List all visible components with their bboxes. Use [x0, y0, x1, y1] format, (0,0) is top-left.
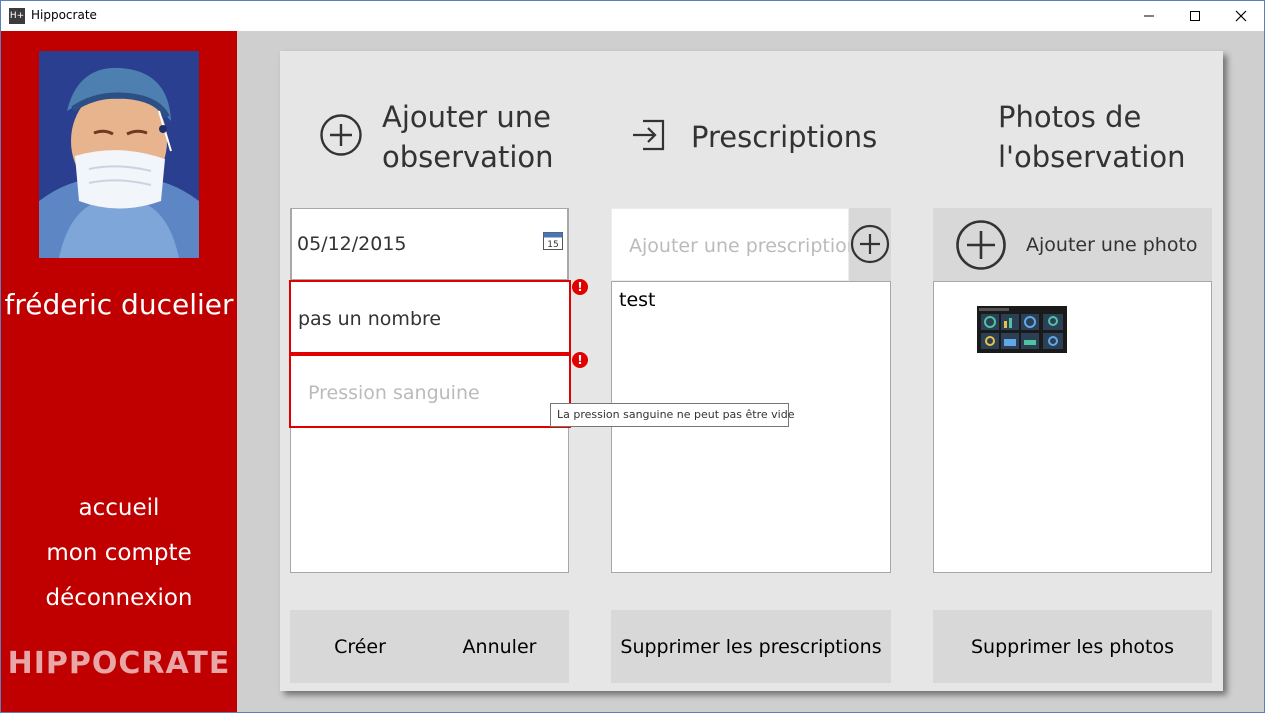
- add-circle-icon: [956, 220, 1006, 270]
- weight-field[interactable]: pas un nombre: [289, 280, 571, 354]
- delete-photos-button[interactable]: Supprimer les photos: [933, 610, 1212, 683]
- hippocrate-logo: HIPPOCRATE: [7, 646, 231, 681]
- add-photo-label: Ajouter une photo: [1026, 234, 1198, 256]
- observation-header: Ajouter une observation: [382, 100, 554, 174]
- nav-mon-compte[interactable]: mon compte: [1, 540, 237, 566]
- app-icon: H+: [9, 8, 25, 24]
- title-bar: H+ Hippocrate: [1, 1, 1264, 31]
- prescription-input[interactable]: Ajouter une prescription: [611, 208, 859, 281]
- pressure-field[interactable]: Pression sanguine: [289, 354, 571, 428]
- create-button[interactable]: Créer: [290, 610, 430, 683]
- app-window: H+ Hippocrate fréderic ducelier accueil …: [0, 0, 1265, 713]
- user-name: fréderic ducelier: [4, 288, 234, 321]
- minimize-button[interactable]: [1126, 1, 1172, 31]
- pressure-placeholder: Pression sanguine: [308, 382, 480, 404]
- prescription-list: test: [611, 281, 891, 573]
- pressure-error-tooltip: La pression sanguine ne peut pas être vi…: [550, 403, 794, 427]
- date-picker[interactable]: 05/12/2015 15: [291, 208, 568, 280]
- date-value: 05/12/2015: [297, 233, 407, 255]
- add-circle-icon: [320, 114, 362, 156]
- close-button[interactable]: [1218, 1, 1264, 31]
- weight-error-icon: !: [572, 279, 588, 295]
- nav-deconnexion[interactable]: déconnexion: [1, 585, 237, 611]
- maximize-icon: [1190, 11, 1200, 21]
- avatar: [39, 51, 199, 258]
- sign-in-icon: [633, 119, 665, 151]
- window-title: Hippocrate: [31, 8, 97, 22]
- prescriptions-header: Prescriptions: [691, 120, 878, 154]
- list-item[interactable]: test: [619, 289, 656, 311]
- maximize-button[interactable]: [1172, 1, 1218, 31]
- cancel-button[interactable]: Annuler: [430, 610, 569, 683]
- add-prescription-button[interactable]: [849, 208, 891, 281]
- close-icon: [1235, 10, 1247, 22]
- prescription-placeholder: Ajouter une prescription: [629, 235, 859, 257]
- svg-text:15: 15: [547, 240, 558, 250]
- photo-thumbnail[interactable]: [977, 306, 1067, 353]
- minimize-icon: [1144, 15, 1154, 17]
- nav-accueil[interactable]: accueil: [1, 495, 237, 521]
- weight-value: pas un nombre: [298, 308, 442, 330]
- delete-prescriptions-button[interactable]: Supprimer les prescriptions: [611, 610, 891, 683]
- photos-header: Photos de l'observation: [998, 100, 1186, 174]
- add-photo-button[interactable]: Ajouter une photo: [933, 208, 1212, 281]
- photo-list: [933, 281, 1212, 573]
- calendar-icon[interactable]: 15: [542, 229, 564, 251]
- add-circle-icon: [850, 224, 890, 264]
- sidebar: fréderic ducelier accueil mon compte déc…: [1, 31, 237, 712]
- pressure-error-icon: !: [572, 352, 588, 368]
